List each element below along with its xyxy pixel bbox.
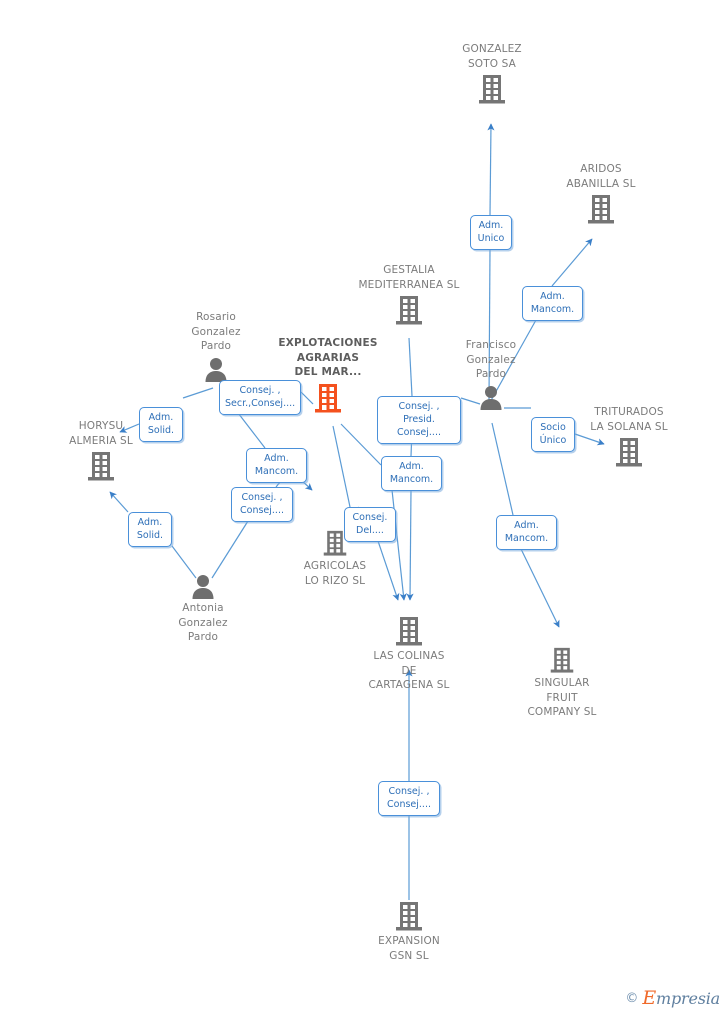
edge-rosario-adm-solid-top [182,387,214,399]
node-label: Francisco Gonzalez Pardo [465,339,517,381]
edge-label-socio-unico[interactable]: Socio Único [531,417,575,452]
edge-gestalia-consej-presid [408,337,413,397]
node-singular-fruit-company[interactable]: SINGULAR FRUIT COMPANY SL [492,646,632,720]
edge-label-adm-mancom-mid[interactable]: Adm. Mancom. [246,448,307,483]
edge-adm-mancom-aridos [551,238,593,287]
edge-label-consej-consej-left[interactable]: Consej. , Consej.... [231,487,293,522]
node-label: GONZALEZ SOTO SA [462,43,522,70]
edge-label-consej-del[interactable]: Consej. Del.... [344,507,396,542]
node-rosario-gonzalez-pardo[interactable]: Rosario Gonzalez Pardo [146,310,286,382]
node-triturados-la-solana[interactable]: TRITURADOS LA SOLANA SL [559,405,699,468]
node-gestalia-mediterranea[interactable]: GESTALIA MEDITERRANEA SL [339,263,479,326]
watermark: © Empresia [625,987,720,1009]
node-label: Rosario Gonzalez Pardo [191,311,241,353]
company-icon [339,615,479,647]
node-label: EXPANSION GSN SL [378,935,440,962]
edge-label-adm-mancom-right[interactable]: Adm. Mancom. [496,515,557,550]
edge-adm-solid-bot-horysu [109,491,129,513]
node-aridos-abanilla[interactable]: ARIDOS ABANILLA SL [531,162,671,225]
edge-antonia-consej-consej [211,520,249,579]
person-icon [133,573,273,599]
node-label: AGRICOLAS LO RIZO SL [303,560,367,587]
edge-label-adm-mancom-center[interactable]: Adm. Mancom. [381,456,442,491]
node-gonzalez-soto[interactable]: GONZALEZ SOTO SA [422,42,562,105]
company-icon [422,73,562,105]
node-label: GESTALIA MEDITERRANEA SL [358,264,460,291]
brand-rest: mpresia [656,989,720,1008]
edge-label-adm-mancom-aridos[interactable]: Adm. Mancom. [522,286,583,321]
network-diagram-canvas: GONZALEZ SOTO SA ARIDOS ABANILLA SL GEST… [0,0,728,1015]
edge-francisco-adm-mancom-r [491,422,514,516]
company-icon [339,900,479,932]
edge-explotaciones-adm-mancom-ctr [340,423,382,466]
node-label: ARIDOS ABANILLA SL [566,163,636,190]
person-icon [146,356,286,382]
node-label: SINGULAR FRUIT COMPANY SL [527,677,597,719]
edge-label-consej-presid-consej[interactable]: Consej. , Presid. Consej.... [377,396,461,444]
edge-explotaciones-consej-del [332,425,351,508]
edge-label-consej-consej-bottom[interactable]: Consej. , Consej.... [378,781,440,816]
edge-label-adm-unico[interactable]: Adm. Unico [470,215,512,250]
edge-label-adm-solid-top[interactable]: Adm. Solid. [139,407,183,442]
edge-label-adm-solid-bottom[interactable]: Adm. Solid. [128,512,172,547]
node-antonia-gonzalez-pardo[interactable]: Antonia Gonzalez Pardo [133,573,273,645]
edge-adm-unico-gonzalez-soto [487,123,495,216]
company-icon [531,193,671,225]
brand-initial: E [642,987,656,1009]
edge-adm-mancom-las-colinas [406,489,414,601]
company-icon [31,450,171,482]
edge-adm-mancom-singular-fruit [520,548,560,628]
company-icon [559,436,699,468]
company-icon [492,646,632,674]
node-label: TRITURADOS LA SOLANA SL [590,406,668,433]
brand-name: Empresia [642,987,720,1009]
node-label: Antonia Gonzalez Pardo [178,602,228,644]
edge-label-consej-secr-consej[interactable]: Consej. , Secr.,Consej.... [219,380,301,415]
node-las-colinas-de-cartagena[interactable]: LAS COLINAS DE CARTAGENA SL [339,615,479,693]
company-icon [339,294,479,326]
node-expansion-gsn[interactable]: EXPANSION GSN SL [339,900,479,963]
node-label: LAS COLINAS DE CARTAGENA SL [368,650,450,692]
copyright-symbol: © [625,990,639,1006]
